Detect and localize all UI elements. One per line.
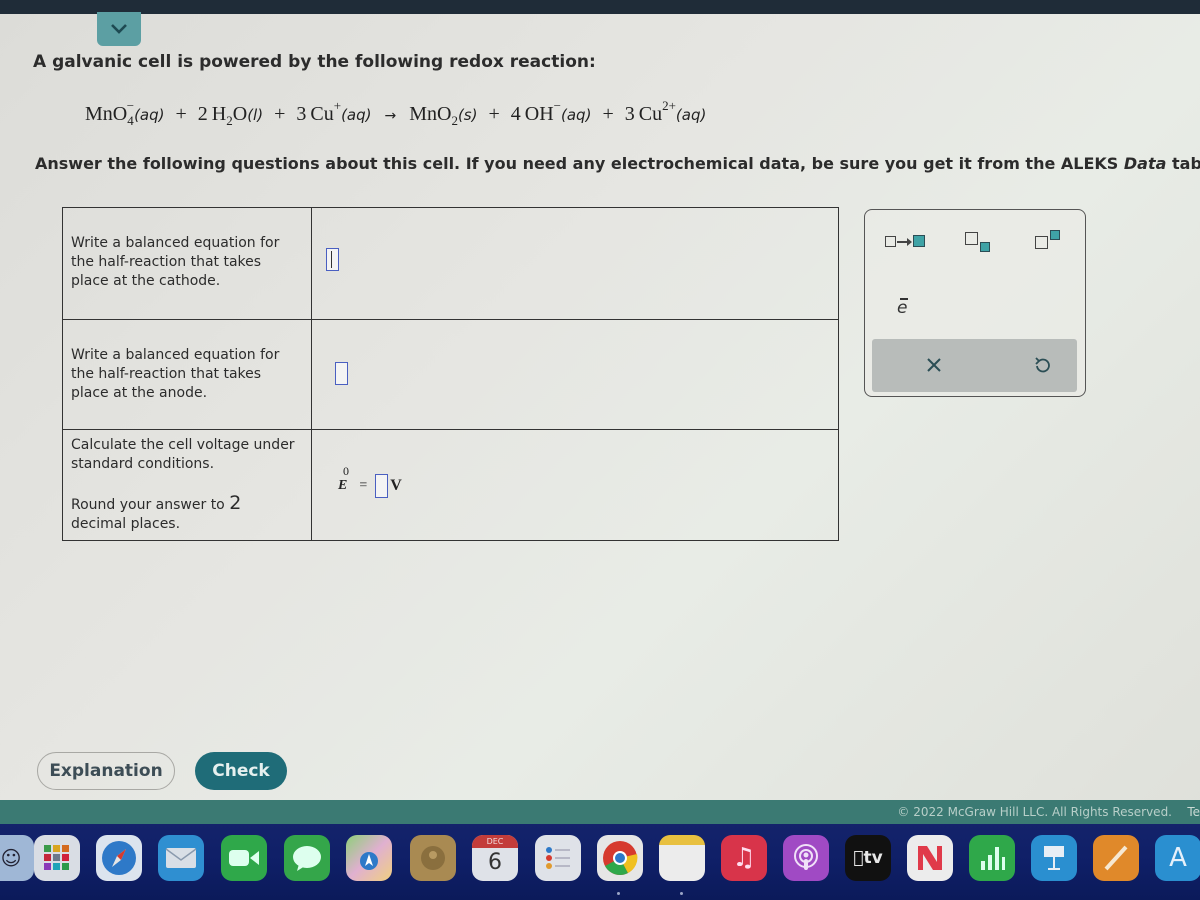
dock-launchpad[interactable] — [34, 835, 80, 881]
dock-app-store[interactable]: A — [1155, 835, 1200, 881]
dock-contacts[interactable] — [410, 835, 456, 881]
copyright-text: © 2022 McGraw Hill LLC. All Rights Reser… — [897, 805, 1172, 819]
dock-facetime[interactable] — [221, 835, 267, 881]
voltage-prompt: Calculate the cell voltage under standar… — [71, 437, 295, 472]
cell-voltage-formula: E0 = V — [338, 464, 402, 498]
answer-cell — [312, 320, 838, 429]
subscript-template-button[interactable] — [965, 232, 999, 258]
check-button[interactable]: Check — [195, 752, 287, 790]
dock-mail[interactable] — [158, 835, 204, 881]
reminders-list-icon — [546, 847, 570, 869]
podcasts-icon — [794, 844, 818, 870]
question-prompt: Write a balanced equation for the half-r… — [63, 320, 312, 429]
apple-tv-logo: tv — [853, 848, 882, 868]
question-row-cathode: Write a balanced equation for the half-r… — [63, 208, 838, 320]
anode-answer-input[interactable] — [335, 362, 348, 385]
question-prompt: Calculate the cell voltage under standar… — [63, 430, 312, 540]
dock-calendar[interactable]: DEC 6 — [472, 835, 518, 881]
undo-icon — [1035, 357, 1050, 373]
electron-button[interactable]: e — [897, 298, 909, 318]
top-bar — [0, 0, 1200, 14]
app-store-icon: A — [1169, 843, 1187, 873]
question-row-anode: Write a balanced equation for the half-r… — [63, 320, 838, 430]
dock-messages[interactable] — [284, 835, 330, 881]
cathode-answer-input[interactable] — [326, 248, 339, 271]
mail-envelope-icon — [165, 848, 197, 868]
rounding-instruction: Round your answer to 2 decimal places. — [71, 492, 242, 533]
redox-equation: MnO4−(aq) + 2 H2O(l) + 3 Cu+(aq) → MnO2(… — [85, 98, 707, 128]
launchpad-icon — [44, 845, 69, 870]
chrome-running-indicator — [617, 892, 620, 895]
reactant-water: 2 H2O(l) — [197, 103, 264, 128]
data-tab-reference: Data — [1123, 154, 1167, 173]
dock-podcasts[interactable] — [783, 835, 829, 881]
question-table: Write a balanced equation for the half-r… — [62, 207, 839, 541]
answer-cell — [312, 208, 838, 319]
answer-cell: E0 = V — [312, 430, 838, 540]
macos-dock: ☺ DEC 6 ♫ tv — [0, 824, 1200, 900]
product-copper-ii: 3 Cu2+(aq) — [624, 98, 707, 125]
reactant-copper-i: 3 Cu+(aq) — [296, 98, 372, 125]
question-prompt: Write a balanced equation for the half-r… — [63, 208, 312, 319]
calendar-day: 6 — [488, 850, 502, 875]
finder-icon: ☺ — [0, 846, 22, 870]
equation-palette: e — [864, 209, 1086, 397]
voltage-answer-input[interactable] — [375, 474, 389, 498]
question-row-voltage: Calculate the cell voltage under standar… — [63, 430, 838, 540]
news-icon — [918, 846, 942, 870]
dock-maps[interactable] — [346, 835, 392, 881]
e-standard-symbol: E0 — [338, 464, 349, 493]
dock-news[interactable] — [907, 835, 953, 881]
notes-running-indicator — [680, 892, 683, 895]
music-note-icon: ♫ — [732, 843, 756, 873]
collapse-toggle-button[interactable] — [97, 12, 141, 46]
safari-compass-icon — [102, 841, 136, 875]
facetime-camera-icon — [229, 850, 259, 866]
palette-action-bar — [872, 339, 1077, 392]
numbers-chart-icon — [981, 847, 1005, 870]
pages-pen-icon — [1104, 845, 1128, 871]
product-mno2: MnO2(s) — [409, 103, 478, 128]
keynote-podium-icon — [1044, 846, 1064, 870]
dock-notes[interactable] — [659, 835, 705, 881]
calendar-month: DEC — [472, 835, 518, 848]
dock-keynote[interactable] — [1031, 835, 1077, 881]
problem-intro: A galvanic cell is powered by the follow… — [33, 52, 596, 72]
chrome-icon — [603, 841, 638, 875]
dock-safari[interactable] — [96, 835, 142, 881]
dock-music[interactable]: ♫ — [721, 835, 767, 881]
dock-apple-tv[interactable]: tv — [845, 835, 891, 881]
volt-unit: V — [390, 477, 402, 494]
dock-finder[interactable]: ☺ — [0, 835, 34, 881]
reactant-permanganate: MnO4−(aq) — [85, 98, 165, 128]
terms-link[interactable]: Te — [1187, 805, 1200, 819]
instructions: Answer the following questions about thi… — [35, 154, 1200, 173]
dock-chrome[interactable] — [597, 835, 643, 881]
dock-numbers[interactable] — [969, 835, 1015, 881]
contacts-person-icon — [421, 846, 445, 870]
messages-bubble-icon — [293, 846, 321, 871]
reaction-arrow-template-button[interactable] — [885, 234, 935, 250]
clear-button[interactable] — [921, 352, 947, 378]
dock-pages[interactable] — [1093, 835, 1139, 881]
explanation-button[interactable]: Explanation — [37, 752, 175, 790]
dock-reminders[interactable] — [535, 835, 581, 881]
chevron-down-icon — [111, 24, 127, 34]
footer-bar: © 2022 McGraw Hill LLC. All Rights Reser… — [0, 800, 1200, 824]
reaction-arrow: → — [384, 108, 397, 124]
undo-button[interactable] — [1029, 352, 1055, 378]
x-icon — [927, 358, 941, 372]
maps-navigation-icon — [360, 852, 378, 870]
product-hydroxide: 4 OH−(aq) — [510, 98, 592, 125]
superscript-template-button[interactable] — [1035, 230, 1069, 256]
